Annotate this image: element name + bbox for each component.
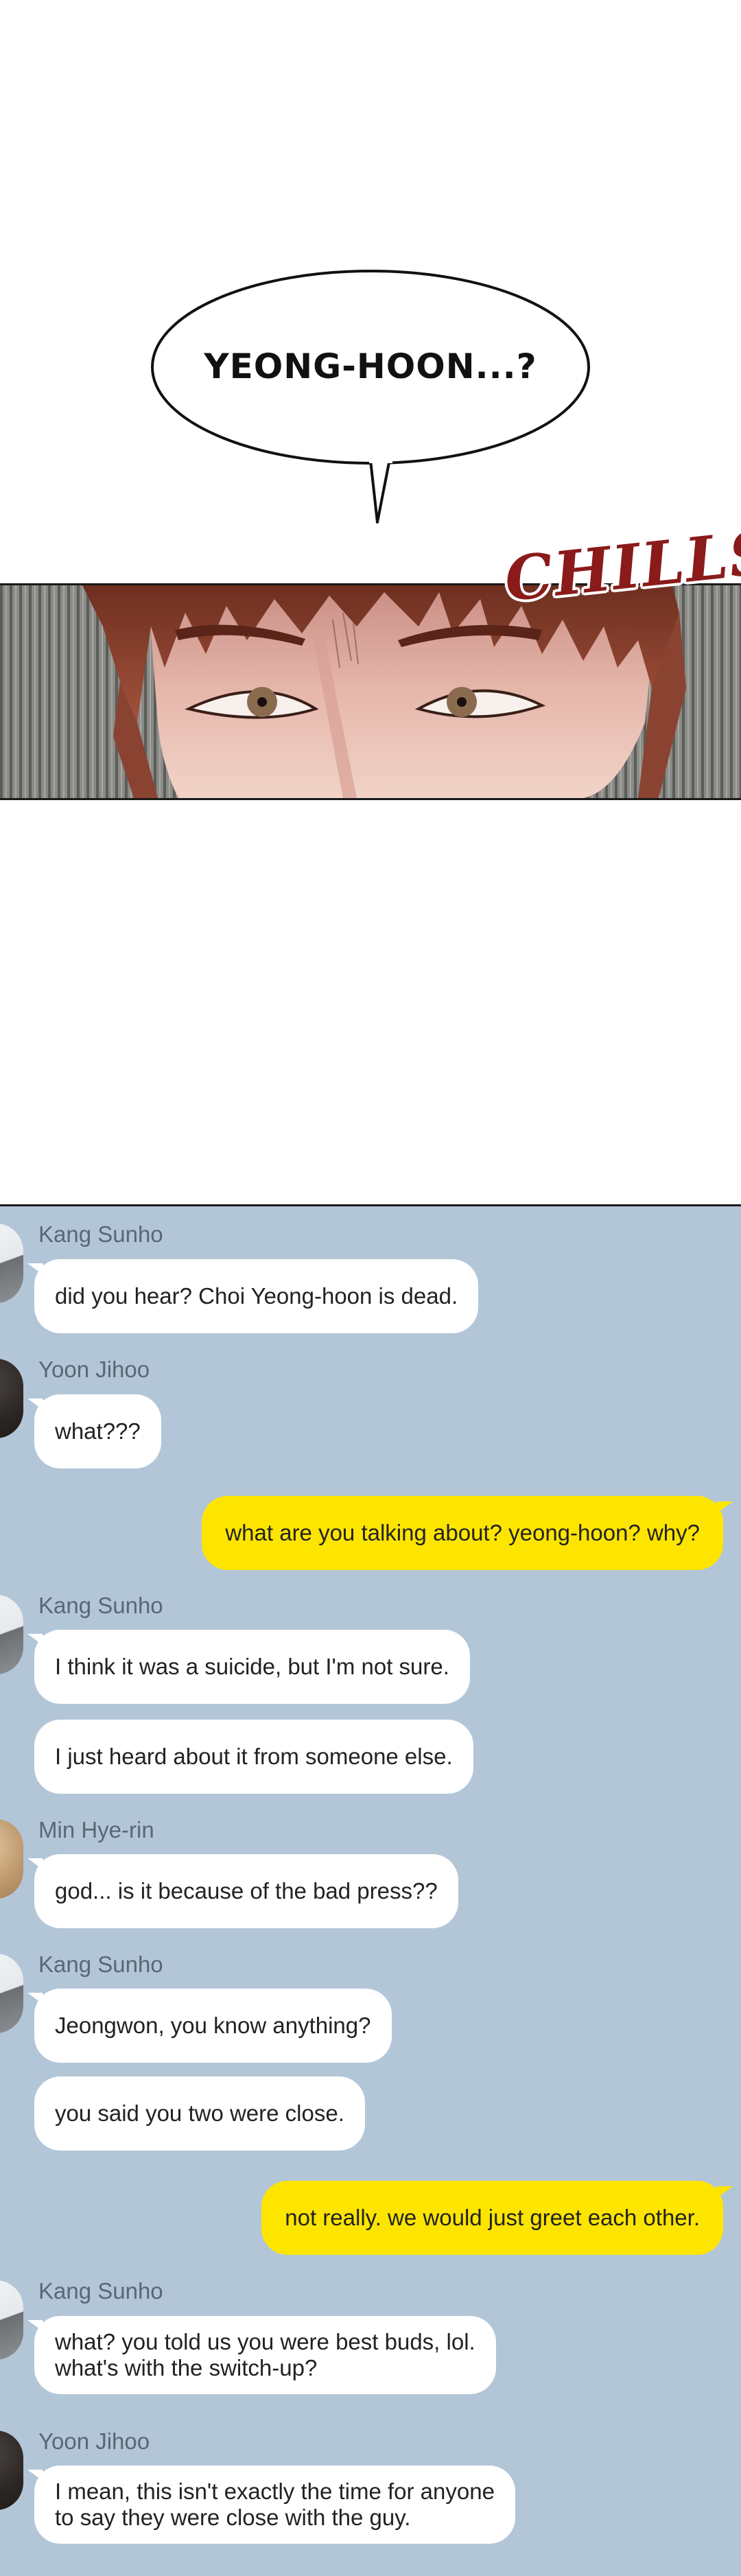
avatar-yoon-jihoo[interactable] [0, 1359, 23, 1438]
group-chat-panel: Kang Sunho did you hear? Choi Yeong-hoon… [0, 1204, 741, 2576]
message-text: I just heard about it from someone else. [55, 1744, 453, 1769]
sender-name: Kang Sunho [38, 1593, 163, 1618]
message-text: what??? [55, 1418, 141, 1444]
speech-bubble-text: YEONG-HOON...? [204, 347, 537, 386]
message-text: god... is it because of the bad press?? [55, 1878, 438, 1904]
eyes-panel [0, 583, 741, 800]
avatar-kang-sunho[interactable] [0, 1954, 23, 2033]
message-bubble: you said you two were close. [34, 2076, 365, 2151]
message-text: I think it was a suicide, but I'm not su… [55, 1654, 449, 1679]
sent-message-bubble: not really. we would just greet each oth… [261, 2181, 723, 2255]
character-eyes-illustration [0, 585, 741, 798]
speech-bubble [151, 270, 590, 524]
message-text-line: what? you told us you were best buds, lo… [55, 2329, 475, 2354]
sender-name: Min Hye-rin [38, 1817, 154, 1842]
avatar-yoon-jihoo[interactable] [0, 2431, 23, 2510]
message-bubble: did you hear? Choi Yeong-hoon is dead. [34, 1259, 479, 1333]
sender-name: Kang Sunho [38, 1952, 163, 1977]
message-text: not really. we would just greet each oth… [285, 2205, 700, 2230]
sent-message-bubble: what are you talking about? yeong-hoon? … [202, 1496, 723, 1570]
avatar-kang-sunho[interactable] [0, 2280, 23, 2360]
message-bubble: god... is it because of the bad press?? [34, 1854, 458, 1928]
message-bubble: I just heard about it from someone else. [34, 1720, 473, 1794]
message-bubble: what? you told us you were best buds, lo… [34, 2316, 496, 2394]
sender-name: Yoon Jihoo [38, 1357, 150, 1382]
avatar-min-hye-rin[interactable] [0, 1819, 23, 1899]
message-text: what are you talking about? yeong-hoon? … [225, 1520, 700, 1545]
sender-name: Yoon Jihoo [38, 2428, 150, 2454]
message-text: Jeongwon, you know anything? [55, 2013, 371, 2038]
message-text-line: to say they were close with the guy. [55, 2505, 411, 2530]
sender-name: Kang Sunho [38, 2278, 163, 2304]
message-text: did you hear? Choi Yeong-hoon is dead. [55, 1283, 458, 1309]
message-text: you said you two were close. [55, 2100, 344, 2126]
sender-name: Kang Sunho [38, 1221, 163, 1247]
message-bubble: Jeongwon, you know anything? [34, 1989, 392, 2063]
message-text-line: I mean, this isn't exactly the time for … [55, 2479, 495, 2504]
avatar-kang-sunho[interactable] [0, 1595, 23, 1674]
message-bubble: I mean, this isn't exactly the time for … [34, 2466, 515, 2544]
message-bubble: I think it was a suicide, but I'm not su… [34, 1630, 470, 1704]
avatar-kang-sunho[interactable] [0, 1223, 23, 1303]
webtoon-page: YEONG-HOON...? CHILLS Kang Sunho did you… [0, 0, 741, 2576]
message-text-line: what's with the switch-up? [55, 2355, 318, 2380]
message-bubble: what??? [34, 1394, 161, 1468]
